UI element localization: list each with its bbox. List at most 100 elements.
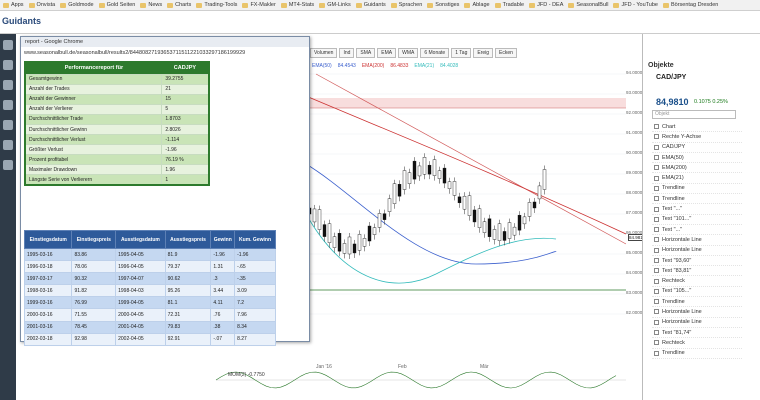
candle-body [497,223,502,241]
list-item[interactable]: EMA(200) [652,163,742,174]
checkbox-icon[interactable] [654,288,659,294]
folder-icon [167,2,174,8]
candle-body [382,213,387,220]
toolbar-button[interactable]: Ereig [473,48,494,58]
checkbox-icon[interactable] [654,206,659,212]
bookmark-item[interactable]: Charts [167,2,191,8]
list-item[interactable]: Rechteck [652,276,742,287]
candle-body [422,157,427,175]
toolbar-button[interactable]: SMA [356,48,376,58]
list-item[interactable]: Trendline [652,184,742,195]
checkbox-icon[interactable] [654,237,659,243]
toolbar-button[interactable]: EMA [377,48,397,58]
list-item[interactable]: Text "..." [652,225,742,236]
list-item[interactable]: Chart [652,122,742,133]
toolbar-button[interactable]: Ind [339,48,355,58]
list-item[interactable]: Horizontale Line [652,318,742,328]
bookmark-item[interactable]: Gold Seiten [98,2,135,8]
bookmark-item[interactable]: SeasonalBull [568,2,608,8]
checkbox-icon[interactable] [654,340,659,346]
popup-titlebar[interactable]: report - Google Chrome [21,37,309,47]
trade-cell: 90.62 [164,272,212,286]
list-item[interactable]: Text "93,60" [652,256,742,267]
menu-icon[interactable] [3,40,13,50]
trade-cell: 81.1 [164,296,212,310]
trade-cell: 3.09 [234,284,276,298]
checkbox-icon[interactable] [654,247,659,253]
list-item[interactable]: Text "..." [652,204,742,215]
list-item[interactable]: Rechte Y-Achse [652,132,742,143]
bookmarks-bar: Apps Onvista Goldmode Gold Seiten News Charts… [0,0,760,11]
checkbox-icon[interactable] [654,134,659,140]
checkbox-icon[interactable] [654,258,659,263]
perf-label: Durchschnittlicher Trade [24,113,163,125]
bookmark-item[interactable]: Onvista [28,2,55,8]
bookmark-item[interactable]: Sprachen [390,2,422,8]
bookmark-item[interactable]: Trading-Tools [196,2,237,8]
bell-icon[interactable] [3,160,13,170]
bookmark-item[interactable]: MT4-Stats [280,2,314,8]
checkbox-icon[interactable] [654,330,659,336]
toolbar-button[interactable]: 6 Monate [420,48,450,58]
list-item[interactable]: Trendline [652,349,742,359]
checkbox-icon[interactable] [654,227,659,233]
checkbox-icon[interactable] [654,185,659,191]
toolbar-button[interactable]: Ecken [495,48,517,58]
bookmark-item[interactable]: JFD - DEA [529,2,563,8]
bookmark-item[interactable]: JFD - YouTube [613,2,658,8]
list-item[interactable]: Text "101..." [652,215,742,225]
list-item[interactable]: Trendline [652,194,742,205]
checkbox-icon[interactable] [654,350,659,356]
list-item[interactable]: EMA(50) [652,153,742,164]
symbol-price: 84,9810 [656,97,689,107]
bookmark-item[interactable]: Sonstiges [427,2,459,8]
chart-icon[interactable] [3,60,13,70]
toolbar-button[interactable]: WMA [398,48,419,58]
checkbox-icon[interactable] [654,278,659,284]
perf-label: Gesamtgewinn [24,73,163,85]
checkbox-icon[interactable] [654,309,659,315]
list-item[interactable]: CAD/JPY [652,143,742,153]
checkbox-icon[interactable] [654,165,659,171]
bookmark-item[interactable]: GM-Links [319,2,351,8]
checkbox-icon[interactable] [654,216,659,222]
candle-body [457,196,462,204]
object-label: Horizontale Line [662,236,702,243]
bookmark-item[interactable]: Apps [3,2,24,8]
bookmark-item[interactable]: Börsentag Dresden [662,2,718,8]
list-item[interactable]: Horizontale Line [652,307,742,318]
list-item[interactable]: Text "83,81" [652,266,742,277]
perf-row: Durchschnittlicher Gewinn 2.8026 [24,123,210,136]
toolbar-button[interactable]: 1 Tag [451,48,472,58]
checkbox-icon[interactable] [654,155,659,161]
popup-url-bar[interactable]: www.seasonalbull.de/seasonalbull/results… [24,48,300,58]
list-item[interactable]: Horizontale Line [652,246,742,256]
user-icon[interactable] [3,120,13,130]
checkbox-icon[interactable] [654,124,659,130]
bookmark-item[interactable]: Tradable [494,2,524,8]
bookmark-item[interactable]: FX-Makler [242,2,276,8]
list-item[interactable]: Text "81,74" [652,328,742,339]
checkbox-icon[interactable] [654,196,659,202]
gear-icon[interactable] [3,140,13,150]
list-item[interactable]: Horizontale Line [652,235,742,246]
list-item[interactable]: Rechteck [652,338,742,349]
toolbar-button[interactable]: Volumen [310,48,338,58]
list-item[interactable]: EMA(21) [652,173,742,184]
star-icon[interactable] [3,100,13,110]
list-item[interactable]: Trendline [652,297,742,308]
object-label: Trendline [662,195,685,202]
checkbox-icon[interactable] [654,299,659,305]
list-icon[interactable] [3,80,13,90]
checkbox-icon[interactable] [654,144,659,150]
bookmark-item[interactable]: Ablage [464,2,490,8]
checkbox-icon[interactable] [654,319,659,325]
bookmark-item[interactable]: News [140,2,162,8]
checkbox-icon[interactable] [654,175,659,181]
bookmark-item[interactable]: Guidants [355,2,386,8]
object-search-input[interactable]: Objekt [652,110,736,119]
checkbox-icon[interactable] [654,268,659,274]
list-item[interactable]: Text "105..." [652,287,742,298]
symbol-name: CAD/JPY [656,74,687,81]
bookmark-item[interactable]: Goldmode [60,2,94,8]
